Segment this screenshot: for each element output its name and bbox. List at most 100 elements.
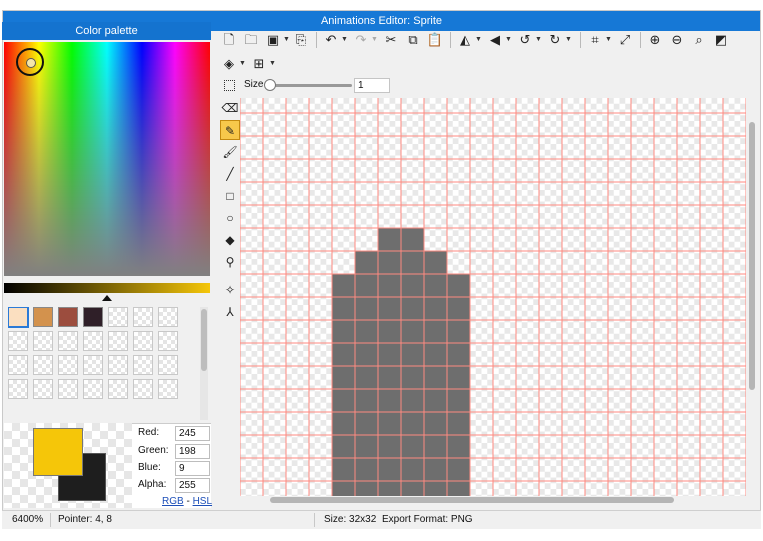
cut-icon[interactable]: ✂ <box>382 30 400 50</box>
sprite-pixel <box>355 251 378 274</box>
empty-swatch[interactable] <box>133 307 153 327</box>
rotate-ccw-dropdown-icon[interactable]: ▼ <box>535 30 542 50</box>
blue-field[interactable]: 9 <box>175 461 210 476</box>
ellipse-icon[interactable]: ○ <box>220 208 240 228</box>
layers-dropdown-icon[interactable]: ▼ <box>239 54 246 74</box>
empty-swatch[interactable] <box>133 331 153 351</box>
eyedropper-icon[interactable]: ⚲ <box>220 252 240 272</box>
open-folder-icon[interactable]: 🗀 <box>242 30 260 50</box>
empty-swatch[interactable] <box>33 331 53 351</box>
swatch-scrollbar[interactable] <box>200 307 208 420</box>
color-swatch[interactable] <box>58 307 78 327</box>
zoom-in-icon[interactable]: ⊕ <box>646 30 664 50</box>
flip-h-dropdown-icon[interactable]: ▼ <box>475 30 482 50</box>
empty-swatch[interactable] <box>8 355 28 375</box>
rotate-cw-dropdown-icon[interactable]: ▼ <box>565 30 572 50</box>
canvas-horizontal-scrollbar[interactable] <box>240 496 746 504</box>
save-icon[interactable]: ▣ <box>264 30 282 50</box>
selection-tool-icon[interactable] <box>224 80 235 91</box>
empty-swatch[interactable] <box>133 379 153 399</box>
crop-icon[interactable]: ⌗ <box>586 30 604 50</box>
sprite-pixel <box>401 343 424 366</box>
empty-swatch[interactable] <box>58 379 78 399</box>
empty-swatch[interactable] <box>8 331 28 351</box>
rectangle-icon[interactable]: □ <box>220 186 240 206</box>
color-mode-links: RGB - HSL <box>162 496 212 507</box>
size-value-field[interactable]: 1 <box>354 78 390 93</box>
rotate-ccw-icon[interactable]: ↺ <box>516 30 534 50</box>
flip-v-dropdown-icon[interactable]: ▼ <box>505 30 512 50</box>
green-field[interactable]: 198 <box>175 444 210 459</box>
empty-swatch[interactable] <box>83 355 103 375</box>
sprite-pixel <box>378 297 401 320</box>
brightness-marker-icon[interactable] <box>102 295 112 301</box>
copy-icon[interactable]: ⧉ <box>404 30 422 50</box>
empty-swatch[interactable] <box>8 379 28 399</box>
empty-swatch[interactable] <box>133 355 153 375</box>
pixel-grid[interactable] <box>240 98 746 496</box>
empty-swatch[interactable] <box>33 379 53 399</box>
resize-icon[interactable]: ⤢ <box>616 30 634 50</box>
empty-swatch[interactable] <box>33 355 53 375</box>
size-slider-thumb[interactable] <box>264 79 276 91</box>
fill-bucket-icon[interactable]: ◆ <box>220 230 240 250</box>
empty-swatch[interactable] <box>83 331 103 351</box>
redo-dropdown-icon[interactable]: ▼ <box>371 30 378 50</box>
new-document-icon[interactable]: 🗋 <box>220 30 238 50</box>
status-divider <box>314 513 315 527</box>
empty-swatch[interactable] <box>58 331 78 351</box>
line-icon[interactable]: ╱ <box>220 164 240 184</box>
color-swatch[interactable] <box>8 307 29 328</box>
size-slider-track[interactable] <box>268 84 352 87</box>
drawing-canvas[interactable] <box>240 98 746 496</box>
pencil-icon[interactable]: ✎ <box>220 120 240 140</box>
spectrum-cursor[interactable] <box>16 48 44 76</box>
empty-swatch[interactable] <box>108 331 128 351</box>
move-icon[interactable]: ✧ <box>220 280 240 300</box>
flip-vertical-icon[interactable]: ◀ <box>486 30 504 50</box>
empty-swatch[interactable] <box>58 355 78 375</box>
color-swatch[interactable] <box>33 307 53 327</box>
sprite-pixel <box>332 297 355 320</box>
empty-swatch[interactable] <box>108 307 128 327</box>
zoom-out-icon[interactable]: ⊖ <box>668 30 686 50</box>
brush-icon[interactable]: 🖌 <box>220 142 240 162</box>
crop-dropdown-icon[interactable]: ▼ <box>605 30 612 50</box>
grid-icon[interactable]: ⊞ <box>250 54 268 74</box>
transform-icon[interactable]: ⅄ <box>220 302 240 322</box>
undo-dropdown-icon[interactable]: ▼ <box>341 30 348 50</box>
eraser-icon[interactable]: ⌫ <box>220 98 240 118</box>
undo-icon[interactable]: ↶ <box>322 30 340 50</box>
empty-swatch[interactable] <box>83 379 103 399</box>
hsl-mode-link[interactable]: HSL <box>193 496 212 507</box>
alpha-field[interactable]: 255 <box>175 478 210 493</box>
color-swatch[interactable] <box>83 307 103 327</box>
empty-swatch[interactable] <box>158 379 178 399</box>
empty-swatch[interactable] <box>108 355 128 375</box>
color-spectrum-picker[interactable] <box>4 42 210 276</box>
sprite-pixel <box>355 458 378 481</box>
paste-icon[interactable]: 📋 <box>426 30 444 50</box>
invert-icon[interactable]: ◩ <box>712 30 730 50</box>
rgb-mode-link[interactable]: RGB <box>162 496 184 507</box>
canvas-vertical-scrollbar[interactable] <box>748 98 756 496</box>
flip-horizontal-icon[interactable]: ◭ <box>456 30 474 50</box>
swatch-scrollbar-thumb[interactable] <box>201 309 207 371</box>
layers-icon[interactable]: ◈ <box>220 54 238 74</box>
empty-swatch[interactable] <box>158 355 178 375</box>
horizontal-scrollbar-thumb[interactable] <box>270 497 674 503</box>
empty-swatch[interactable] <box>158 331 178 351</box>
save-dropdown-icon[interactable]: ▼ <box>283 30 290 50</box>
brightness-slider[interactable] <box>4 283 210 293</box>
primary-color-swatch[interactable] <box>33 428 83 476</box>
redo-icon[interactable]: ↷ <box>352 30 370 50</box>
export-icon[interactable]: ⎘ <box>292 30 310 50</box>
vertical-scrollbar-thumb[interactable] <box>749 122 755 390</box>
grid-dropdown-icon[interactable]: ▼ <box>269 54 276 74</box>
sprite-pixel <box>424 481 447 496</box>
red-field[interactable]: 245 <box>175 426 210 441</box>
empty-swatch[interactable] <box>108 379 128 399</box>
rotate-cw-icon[interactable]: ↻ <box>546 30 564 50</box>
zoom-fit-icon[interactable]: ⌕ <box>690 30 708 50</box>
empty-swatch[interactable] <box>158 307 178 327</box>
